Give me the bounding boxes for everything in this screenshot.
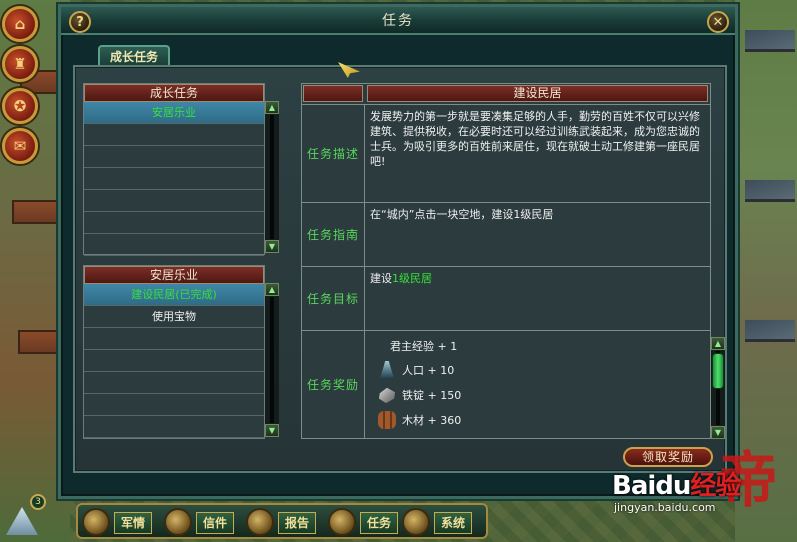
scroll-up-icon[interactable]: ▲ — [265, 283, 279, 296]
list-item[interactable]: 使用宝物 — [84, 306, 264, 328]
goal-prefix: 建设 — [370, 272, 392, 285]
detail-header-label-cell — [303, 85, 363, 102]
guide-row: 任务指南 在“城内”点击一块空地，建设1级民居 — [302, 202, 710, 266]
list-item[interactable] — [84, 190, 264, 212]
list-item[interactable] — [84, 168, 264, 190]
tab-growth-quests[interactable]: 成长任务 — [98, 45, 170, 67]
list-item[interactable]: 建设民居(已完成) — [84, 284, 264, 306]
goal-highlight: 1级民居 — [392, 272, 432, 285]
side-menu-icon-2[interactable]: ♜ — [2, 46, 38, 82]
reward-text: 君主经验 + 1 — [390, 339, 458, 353]
growth-list-scrollbar[interactable]: ▲ ▼ — [265, 101, 279, 253]
reward-item: 木材 + 360 — [378, 409, 461, 431]
reward-item: 君主经验 + 1 — [390, 335, 457, 357]
growth-quest-list: 成长任务 安居乐业 — [83, 83, 265, 256]
guide-text: 在“城内”点击一块空地，建设1级民居 — [370, 208, 554, 221]
quest-panel: 成长任务 安居乐业 ▲ ▼ 安居乐业 建设民居(已完成) 使用宝物 ▲ ▼ 建设… — [73, 65, 727, 473]
side-menu-icon-4[interactable]: ✉ — [2, 128, 38, 164]
description-label: 任务描述 — [302, 105, 365, 202]
list-item[interactable] — [84, 416, 264, 438]
description-text: 发展势力的第一步就是要凑集足够的人手，勤劳的百姓不仅可以兴修建筑、提供税收，在必… — [370, 110, 700, 168]
population-icon — [379, 361, 395, 379]
bottom-toolbar: 军情 信件 报告 任务 系统 — [76, 503, 488, 539]
scroll-track[interactable] — [270, 297, 274, 423]
building-sprite — [745, 180, 795, 202]
reward-text: 铁锭 + 150 — [402, 388, 462, 402]
toolbar-button-report[interactable]: 报告 — [278, 512, 316, 534]
scroll-thumb[interactable] — [712, 353, 724, 389]
goal-label: 任务目标 — [302, 267, 365, 330]
goal-row: 任务目标 建设1级民居 — [302, 266, 710, 330]
scroll-down-icon[interactable]: ▼ — [265, 240, 279, 253]
description-row: 任务描述 发展势力的第一步就是要凑集足够的人手，勤劳的百姓不仅可以兴修建筑、提供… — [302, 104, 710, 202]
guide-label: 任务指南 — [302, 203, 365, 266]
scroll-up-icon[interactable]: ▲ — [265, 101, 279, 114]
list-item[interactable] — [84, 146, 264, 168]
quest-window: 任务 ? ✕ 成长任务 成长任务 安居乐业 ▲ ▼ 安居乐业 建设民居(已完成)… — [58, 4, 738, 499]
watermark-url: jingyan.baidu.com — [614, 501, 716, 514]
toolbar-button-mail[interactable]: 信件 — [196, 512, 234, 534]
reward-text: 木材 + 360 — [402, 413, 462, 427]
wood-icon — [378, 411, 396, 429]
helmet-icon[interactable] — [82, 508, 110, 536]
scroll-letter-icon[interactable] — [164, 508, 192, 536]
quest-scroll-icon[interactable] — [328, 508, 356, 536]
close-button[interactable]: ✕ — [707, 11, 729, 33]
reward-list: 君主经验 + 1 人口 + 10 铁锭 + 150 木材 + 360 — [370, 333, 704, 437]
reward-text: 人口 + 10 — [402, 363, 455, 377]
list-item[interactable] — [84, 350, 264, 372]
watermark-brand: Baidu经验 — [612, 465, 741, 502]
help-icon: ? — [76, 14, 84, 30]
scroll-track[interactable] — [270, 115, 274, 239]
watermark-suffix: 经验 — [690, 471, 741, 501]
close-icon: ✕ — [712, 14, 724, 30]
quest-detail-table: 建设民居 任务描述 发展势力的第一步就是要凑集足够的人手，勤劳的百姓不仅可以兴修… — [301, 83, 711, 439]
building-sprite — [745, 320, 795, 342]
window-titlebar: 任务 ? ✕ — [61, 7, 735, 35]
baidu-watermark: Baidu经验 jingyan.baidu.com — [612, 465, 741, 514]
sub-quest-list: 安居乐业 建设民居(已完成) 使用宝物 — [83, 265, 265, 439]
watermark-brand-text: Baidu — [612, 471, 691, 501]
toolbar-button-military[interactable]: 军情 — [114, 512, 152, 534]
toolbar-button-system[interactable]: 系统 — [434, 512, 472, 534]
claim-reward-button[interactable]: 领取奖励 — [623, 447, 713, 467]
list-item[interactable] — [84, 212, 264, 234]
reward-label: 任务奖励 — [302, 331, 365, 438]
settings-gear-icon[interactable] — [402, 508, 430, 536]
reward-item: 铁锭 + 150 — [378, 384, 461, 406]
scroll-down-icon[interactable]: ▼ — [265, 424, 279, 437]
reward-item: 人口 + 10 — [378, 359, 454, 381]
list-item[interactable] — [84, 124, 264, 146]
sub-list-header: 安居乐业 — [84, 266, 264, 284]
window-title: 任务 — [382, 13, 414, 29]
detail-header-row: 建设民居 — [302, 84, 710, 103]
list-item[interactable] — [84, 372, 264, 394]
list-item[interactable] — [84, 328, 264, 350]
sub-list-scrollbar[interactable]: ▲ ▼ — [265, 283, 279, 437]
toolbar-button-quest[interactable]: 任务 — [360, 512, 398, 534]
list-item[interactable]: 安居乐业 — [84, 102, 264, 124]
scroll-up-icon[interactable]: ▲ — [711, 337, 725, 350]
side-menu-icon-1[interactable]: ⌂ — [2, 6, 38, 42]
side-menu-icon-3[interactable]: ✪ — [2, 88, 38, 124]
growth-list-header: 成长任务 — [84, 84, 264, 102]
goal-text: 建设1级民居 — [370, 271, 704, 286]
list-item[interactable] — [84, 234, 264, 256]
reward-scrollbar[interactable]: ▲ ▼ — [711, 337, 725, 439]
detail-header-title: 建设民居 — [367, 85, 708, 102]
notification-badge: 3 — [30, 494, 46, 510]
iron-ingot-icon — [378, 387, 396, 404]
help-button[interactable]: ? — [69, 11, 91, 33]
building-sprite — [745, 30, 795, 52]
building-sprite — [12, 200, 58, 224]
list-item[interactable] — [84, 394, 264, 416]
reward-row: 任务奖励 君主经验 + 1 人口 + 10 铁锭 + 150 木材 + 360 — [302, 330, 710, 438]
report-book-icon[interactable] — [246, 508, 274, 536]
